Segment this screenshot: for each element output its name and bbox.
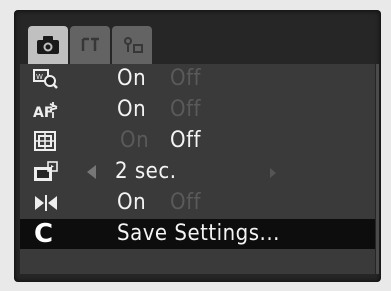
option-on[interactable]: On: [117, 189, 146, 217]
menu-row-digital-zoom[interactable]: W On Off: [20, 64, 375, 95]
save-settings-label[interactable]: Save Settings...: [117, 220, 280, 248]
menu-row-red-eye[interactable]: On Off: [20, 126, 375, 157]
tab-play[interactable]: [70, 26, 110, 64]
option-on[interactable]: On: [120, 127, 149, 155]
menu-tabs: [28, 26, 152, 64]
option-on[interactable]: On: [117, 65, 146, 93]
custom-icon: C: [34, 219, 54, 249]
af-assist-beam-icon: AF: [32, 98, 60, 122]
svg-text:AF: AF: [33, 105, 53, 121]
option-off[interactable]: Off: [170, 127, 201, 155]
option-off[interactable]: Off: [170, 189, 201, 217]
lcd-screen: W On Off AF On Off On Off 2 sec. On Off …: [14, 10, 381, 282]
svg-text:W: W: [36, 73, 43, 81]
play-icon: [77, 35, 103, 55]
review-value[interactable]: 2 sec.: [115, 158, 177, 186]
stitch-assist-icon: [32, 191, 60, 215]
red-eye-icon: [32, 129, 60, 153]
review-icon: [32, 160, 60, 184]
option-off[interactable]: Off: [170, 96, 201, 124]
digital-zoom-icon: W: [32, 67, 60, 91]
menu-row-save-settings[interactable]: C Save Settings...: [20, 219, 375, 249]
setup-icon: [119, 35, 145, 55]
tab-setup[interactable]: [112, 26, 152, 64]
decrease-arrow[interactable]: [87, 165, 96, 179]
menu-row-review[interactable]: 2 sec.: [20, 157, 375, 188]
menu-row-af-assist[interactable]: AF On Off: [20, 95, 375, 126]
option-off[interactable]: Off: [170, 65, 201, 93]
scrollbar: [376, 64, 379, 274]
option-on[interactable]: On: [117, 96, 146, 124]
tab-shooting[interactable]: [28, 26, 68, 64]
increase-arrow[interactable]: [270, 168, 276, 178]
menu-row-stitch[interactable]: On Off: [20, 188, 375, 219]
camera-icon: [35, 35, 61, 55]
menu-list: W On Off AF On Off On Off 2 sec. On Off …: [20, 64, 375, 249]
